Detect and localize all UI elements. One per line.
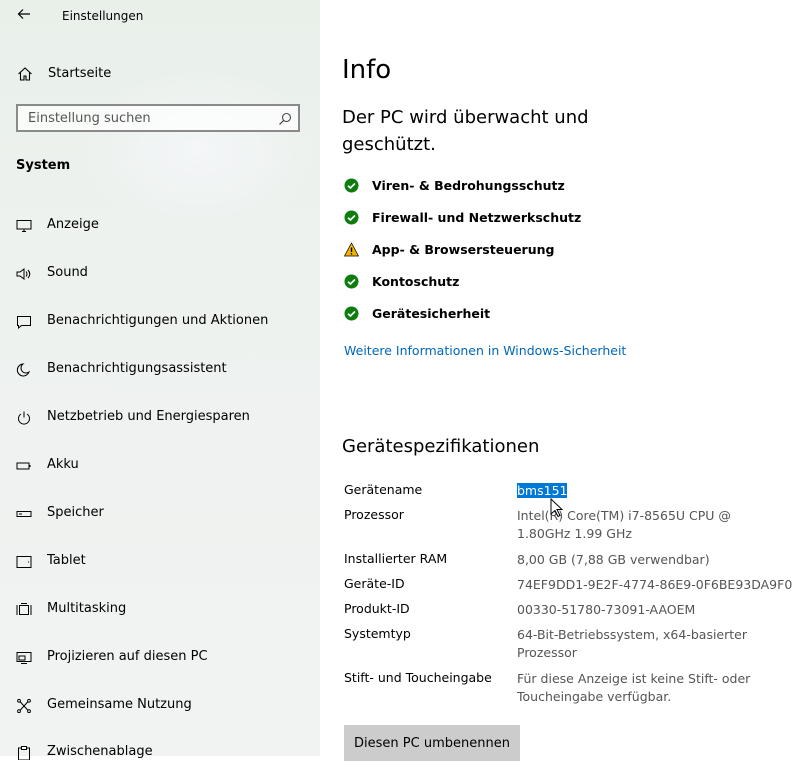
spec-key: Systemtyp <box>344 626 411 641</box>
mouse-cursor-icon <box>550 497 564 518</box>
check-icon <box>344 306 359 321</box>
sidebar: Einstellungen Startseite System Anzeige … <box>0 0 320 761</box>
spec-value: 8,00 GB (7,88 GB verwendbar) <box>517 552 710 567</box>
status-item: App- & Browsersteuerung <box>343 238 644 262</box>
notification-icon <box>16 314 32 330</box>
sidebar-item-benachrichtigungsassistent[interactable]: Benachrichtigungsassistent <box>0 354 320 384</box>
status-item: Firewall- und Netzwerkschutz <box>344 206 644 230</box>
sidebar-item-label: Netzbetrieb und Energiesparen <box>47 409 250 424</box>
clipboard-icon <box>16 745 32 761</box>
status-item: Viren- & Bedrohungsschutz <box>344 174 644 198</box>
spec-value: Für diese Anzeige ist keine Stift- oder … <box>517 671 751 704</box>
status-label: Kontoschutz <box>372 274 460 289</box>
status-item: Gerätesicherheit <box>344 302 644 326</box>
project-icon <box>16 650 32 664</box>
home-label: Startseite <box>48 66 112 81</box>
sidebar-item-label: Projizieren auf diesen PC <box>47 649 208 664</box>
home-icon <box>17 66 33 82</box>
spec-key: Gerätename <box>344 482 423 497</box>
search-icon[interactable] <box>278 111 292 125</box>
sidebar-item-gemeinsame-nutzung[interactable]: Gemeinsame Nutzung <box>0 690 320 720</box>
sidebar-item-sound[interactable]: Sound <box>0 258 320 288</box>
sidebar-item-label: Zwischenablage <box>47 744 153 759</box>
spec-key: Stift- und Toucheingabe <box>344 670 492 685</box>
main-panel: Info Der PC wird überwacht und geschützt… <box>320 0 793 761</box>
title-bar: Einstellungen <box>0 0 320 34</box>
sidebar-item-label: Gemeinsame Nutzung <box>47 697 192 712</box>
spec-key: Produkt-ID <box>344 601 410 616</box>
sidebar-item-label: Anzeige <box>47 217 99 232</box>
spec-key: Geräte-ID <box>344 576 405 591</box>
sidebar-item-label: Sound <box>47 265 88 280</box>
monitor-icon <box>16 218 32 232</box>
multitasking-icon <box>16 602 32 616</box>
sidebar-item-anzeige[interactable]: Anzeige <box>0 210 320 240</box>
sidebar-item-multitasking[interactable]: Multitasking <box>0 594 320 624</box>
sidebar-item-zwischenablage[interactable]: Zwischenablage <box>0 737 320 767</box>
tablet-icon <box>16 554 32 568</box>
check-icon <box>344 274 359 289</box>
share-icon <box>16 698 32 714</box>
status-label: Viren- & Bedrohungsschutz <box>372 178 565 193</box>
search-box[interactable] <box>16 104 300 132</box>
sidebar-item-tablet[interactable]: Tablet <box>0 546 320 576</box>
moon-icon <box>16 362 32 377</box>
spec-value: 74EF9DD1-9E2F-4774-86E9-0F6BE93DA9F0 <box>517 577 793 592</box>
section-title: System <box>16 158 71 173</box>
search-input[interactable] <box>28 111 268 126</box>
spec-key: Installierter RAM <box>344 551 448 566</box>
sidebar-item-projizieren[interactable]: Projizieren auf diesen PC <box>0 642 320 672</box>
storage-icon <box>16 506 32 520</box>
sidebar-item-speicher[interactable]: Speicher <box>0 498 320 528</box>
check-icon <box>344 178 359 193</box>
spec-value: 64-Bit-Betriebssystem, x64-basierter Pro… <box>517 627 747 660</box>
power-icon <box>16 410 32 425</box>
status-label: Gerätesicherheit <box>372 306 491 321</box>
protection-heading: Der PC wird überwacht und geschützt. <box>342 107 589 155</box>
speaker-icon <box>16 266 32 280</box>
back-arrow-icon[interactable] <box>14 6 34 26</box>
status-label: Firewall- und Netzwerkschutz <box>372 210 582 225</box>
sidebar-item-label: Benachrichtigungen und Aktionen <box>47 313 269 328</box>
check-icon <box>344 210 359 225</box>
windows-security-link[interactable]: Weitere Informationen in Windows-Sicherh… <box>344 343 626 358</box>
app-title: Einstellungen <box>62 9 144 23</box>
warning-icon <box>343 242 360 257</box>
sidebar-item-home[interactable]: Startseite <box>0 60 320 88</box>
sidebar-item-label: Multitasking <box>47 601 127 616</box>
sidebar-item-label: Speicher <box>47 505 104 520</box>
status-item: Kontoschutz <box>344 270 644 294</box>
sidebar-item-label: Akku <box>47 457 79 472</box>
spec-key: Prozessor <box>344 507 404 522</box>
sidebar-item-label: Benachrichtigungsassistent <box>47 361 227 376</box>
sidebar-item-label: Tablet <box>47 553 86 568</box>
sidebar-item-akku[interactable]: Akku <box>0 450 320 480</box>
page-title: Info <box>342 55 392 85</box>
spec-value: 00330-51780-73091-AAOEM <box>517 602 696 617</box>
sidebar-item-netzbetrieb[interactable]: Netzbetrieb und Energiesparen <box>0 402 320 432</box>
status-label: App- & Browsersteuerung <box>372 242 555 257</box>
sidebar-item-benachrichtigungen[interactable]: Benachrichtigungen und Aktionen <box>0 306 320 336</box>
specs-heading: Gerätespezifikationen <box>342 436 540 457</box>
battery-icon <box>16 458 32 472</box>
selected-text[interactable]: bms151 <box>517 483 568 498</box>
